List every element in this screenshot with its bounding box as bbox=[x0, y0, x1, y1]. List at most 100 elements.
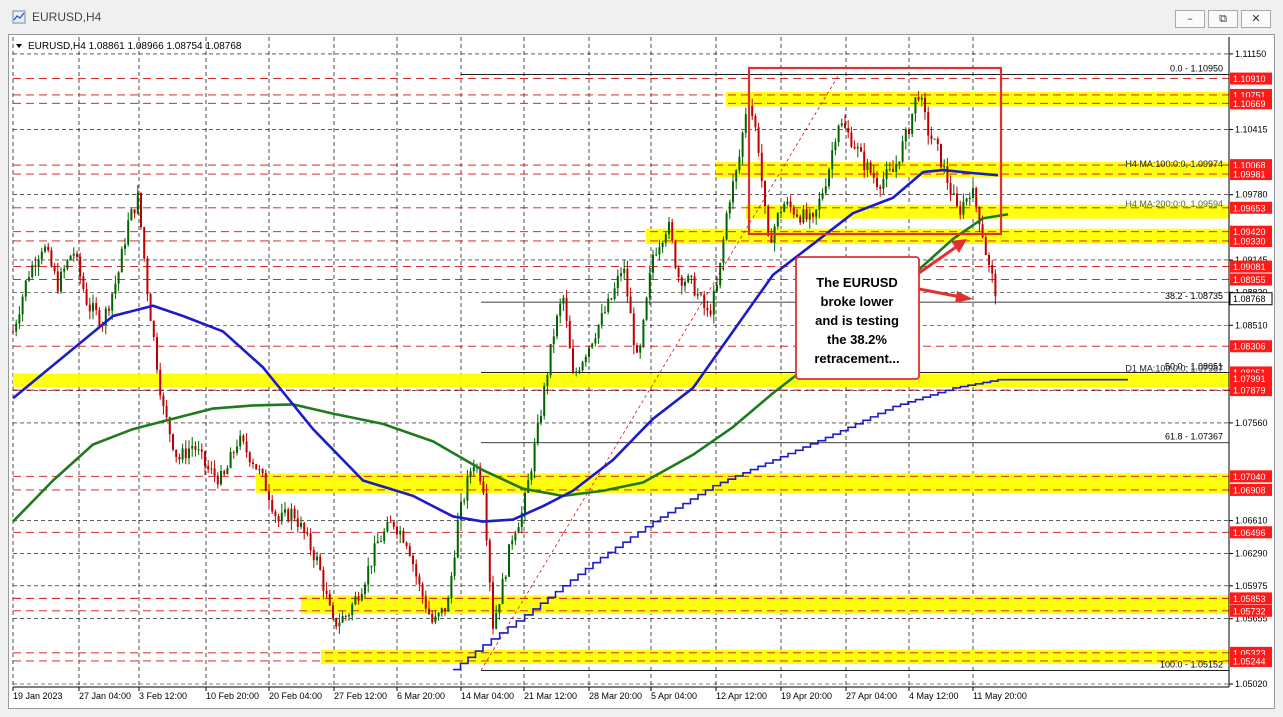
price-level-label: 1.08955 bbox=[1233, 275, 1266, 285]
candle-body bbox=[213, 468, 216, 476]
candle-body bbox=[322, 569, 325, 591]
candle-body bbox=[309, 533, 312, 551]
candle-body bbox=[831, 150, 834, 170]
candle-body bbox=[450, 575, 453, 599]
candle-body bbox=[255, 464, 258, 470]
candle-body bbox=[924, 97, 926, 112]
candle-body bbox=[18, 314, 21, 324]
price-level-label: 1.10910 bbox=[1233, 74, 1266, 84]
x-tick-label: 6 Mar 20:00 bbox=[397, 691, 445, 701]
candle-body bbox=[597, 324, 600, 339]
candle-body bbox=[50, 250, 53, 267]
minimize-button[interactable]: – bbox=[1175, 10, 1205, 28]
candle-body bbox=[351, 604, 354, 616]
candle-body bbox=[373, 543, 376, 566]
restore-button[interactable]: ⧉ bbox=[1208, 10, 1238, 28]
candle-body bbox=[389, 521, 392, 523]
candle-body bbox=[261, 469, 264, 474]
candle-body bbox=[655, 254, 658, 256]
candle-body bbox=[712, 291, 715, 315]
candle-body bbox=[130, 209, 133, 221]
candle-body bbox=[792, 207, 795, 215]
candle-body bbox=[600, 312, 603, 325]
candle-body bbox=[72, 253, 75, 256]
candle-body bbox=[456, 519, 459, 558]
candle-body bbox=[405, 542, 408, 547]
candle-body bbox=[674, 240, 677, 268]
candle-body bbox=[568, 320, 571, 349]
candle-body bbox=[687, 275, 690, 283]
price-level-label: 1.10669 bbox=[1233, 99, 1266, 109]
candle-body bbox=[268, 490, 270, 500]
candle-body bbox=[360, 593, 363, 601]
candle-body bbox=[328, 593, 331, 606]
candle-body bbox=[632, 313, 635, 346]
candle-body bbox=[66, 260, 69, 269]
candle-body bbox=[645, 297, 648, 320]
candle-body bbox=[914, 97, 917, 114]
candle-body bbox=[316, 556, 318, 561]
candle-body bbox=[869, 162, 872, 173]
candle-body bbox=[837, 125, 840, 143]
candle-body bbox=[744, 114, 747, 133]
candle-body bbox=[296, 518, 299, 527]
candle-body bbox=[370, 565, 373, 567]
candle-body bbox=[463, 500, 466, 502]
candle-body bbox=[952, 193, 955, 195]
y-tick-label: 1.06610 bbox=[1235, 516, 1268, 526]
candle-body bbox=[69, 255, 72, 261]
candle-body bbox=[543, 385, 546, 416]
candle-body bbox=[754, 116, 757, 128]
candle-body bbox=[751, 106, 754, 117]
candle-body bbox=[226, 467, 229, 475]
candle-body bbox=[677, 267, 680, 277]
candle-body bbox=[700, 293, 702, 295]
candle-body bbox=[709, 310, 712, 315]
candle-body bbox=[575, 371, 578, 373]
candle-body bbox=[152, 321, 155, 338]
close-button[interactable]: ✕ bbox=[1241, 10, 1271, 28]
candle-body bbox=[559, 303, 562, 316]
candle-body bbox=[402, 530, 405, 543]
candle-body bbox=[805, 209, 808, 220]
candle-body bbox=[498, 604, 501, 613]
candle-body bbox=[95, 303, 98, 311]
candle-body bbox=[44, 246, 46, 252]
chart-app-icon bbox=[12, 10, 26, 24]
candle-body bbox=[799, 216, 802, 223]
candle-body bbox=[24, 280, 27, 297]
candle-body bbox=[162, 395, 165, 406]
candle-body bbox=[866, 162, 869, 171]
yellow-zone bbox=[726, 91, 1229, 107]
candle-body bbox=[434, 616, 437, 623]
candle-body bbox=[140, 192, 142, 228]
candle-body bbox=[786, 201, 789, 204]
candle-body bbox=[28, 277, 30, 281]
candle-body bbox=[392, 521, 395, 527]
candle-body bbox=[332, 605, 334, 618]
annotation-text-line: retracement... bbox=[814, 351, 899, 366]
candle-body bbox=[940, 143, 942, 168]
y-tick-label: 1.05975 bbox=[1235, 581, 1268, 591]
y-tick-label: 1.08510 bbox=[1235, 320, 1268, 330]
price-chart[interactable]: 0.0 - 1.1095038.2 - 1.0873550.0 - 1.0805… bbox=[9, 35, 1274, 708]
x-tick-label: 27 Apr 04:00 bbox=[846, 691, 897, 701]
candle-body bbox=[418, 576, 421, 585]
candle-body bbox=[194, 446, 197, 450]
candle-body bbox=[469, 471, 472, 477]
candle-body bbox=[863, 151, 866, 171]
candle-body bbox=[812, 213, 814, 217]
candle-body bbox=[581, 362, 584, 371]
candle-body bbox=[354, 596, 357, 605]
candle-body bbox=[844, 123, 846, 128]
candle-body bbox=[888, 169, 891, 171]
candle-body bbox=[341, 615, 344, 623]
chart-frame[interactable]: 0.0 - 1.10950 38.2 - 1.08735 50.0 - 1.0805… bbox=[8, 34, 1275, 709]
candle-body bbox=[728, 202, 731, 214]
candle-body bbox=[306, 532, 309, 534]
annotation-text-line: The EURUSD bbox=[816, 275, 898, 290]
candle-body bbox=[780, 211, 782, 213]
candle-body bbox=[588, 347, 590, 357]
candle-body bbox=[872, 172, 875, 178]
candle-body bbox=[856, 147, 859, 149]
